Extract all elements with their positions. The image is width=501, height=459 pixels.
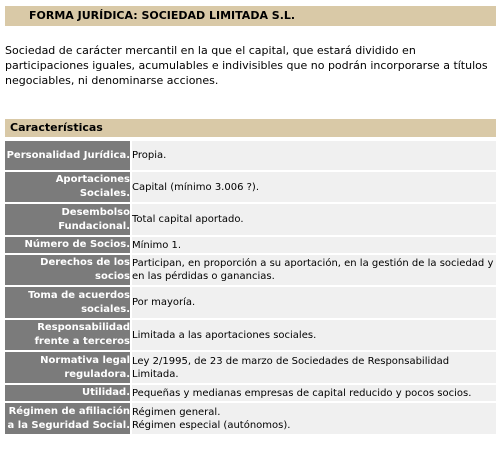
table-row: Personalidad Jurídica. Propia. — [5, 141, 496, 170]
table-row: Utilidad. Pequeñas y medianas empresas d… — [5, 385, 496, 401]
table-row: Aportaciones Sociales. Capital (mínimo 3… — [5, 172, 496, 202]
row-value: Régimen general. — [132, 406, 221, 418]
table-row: Derechos de los socios Participan, en pr… — [5, 255, 496, 285]
section-header: Características — [5, 119, 496, 137]
row-value: Ley 2/1995, de 23 de marzo de Sociedades… — [132, 352, 496, 383]
row-value-group: Régimen general. Régimen especial (autón… — [132, 403, 496, 434]
row-value: Participan, en proporción a su aportació… — [132, 255, 496, 285]
page-title-bar: FORMA JURÍDICA: SOCIEDAD LIMITADA S.L. — [5, 6, 496, 26]
row-label: Normativa legal reguladora. — [5, 352, 132, 383]
row-label: Utilidad. — [5, 385, 132, 401]
table-row: Régimen de afiliación a la Seguridad Soc… — [5, 403, 496, 434]
row-label: Responsabilidad frente a terceros — [5, 320, 132, 350]
section-title: Características — [10, 121, 103, 134]
row-value: Pequeñas y medianas empresas de capital … — [132, 385, 496, 401]
row-label: Personalidad Jurídica. — [5, 141, 132, 170]
row-label: Toma de acuerdos sociales. — [5, 287, 132, 318]
row-label: Régimen de afiliación a la Seguridad Soc… — [5, 403, 132, 434]
row-value: Limitada a las aportaciones sociales. — [132, 320, 496, 350]
row-value: Régimen especial (autónomos). — [132, 419, 291, 431]
row-value: Total capital aportado. — [132, 204, 496, 235]
row-label: Derechos de los socios — [5, 255, 132, 285]
row-label: Número de Socios. — [5, 237, 132, 253]
row-value: Propia. — [132, 141, 496, 170]
row-label: Aportaciones Sociales. — [5, 172, 132, 202]
table-row: Responsabilidad frente a terceros Limita… — [5, 320, 496, 350]
row-value: Mínimo 1. — [132, 237, 496, 253]
characteristics-table: Personalidad Jurídica. Propia. Aportacio… — [5, 139, 496, 436]
row-value: Capital (mínimo 3.006 ?). — [132, 172, 496, 202]
table-row: Desembolso Fundacional. Total capital ap… — [5, 204, 496, 235]
table-row: Normativa legal reguladora. Ley 2/1995, … — [5, 352, 496, 383]
row-label: Desembolso Fundacional. — [5, 204, 132, 235]
intro-paragraph: Sociedad de carácter mercantil en la que… — [5, 44, 488, 87]
row-value: Por mayoría. — [132, 287, 496, 318]
page-title: FORMA JURÍDICA: SOCIEDAD LIMITADA S.L. — [29, 9, 296, 22]
table-row: Toma de acuerdos sociales. Por mayoría. — [5, 287, 496, 318]
table-row: Número de Socios. Mínimo 1. — [5, 237, 496, 253]
